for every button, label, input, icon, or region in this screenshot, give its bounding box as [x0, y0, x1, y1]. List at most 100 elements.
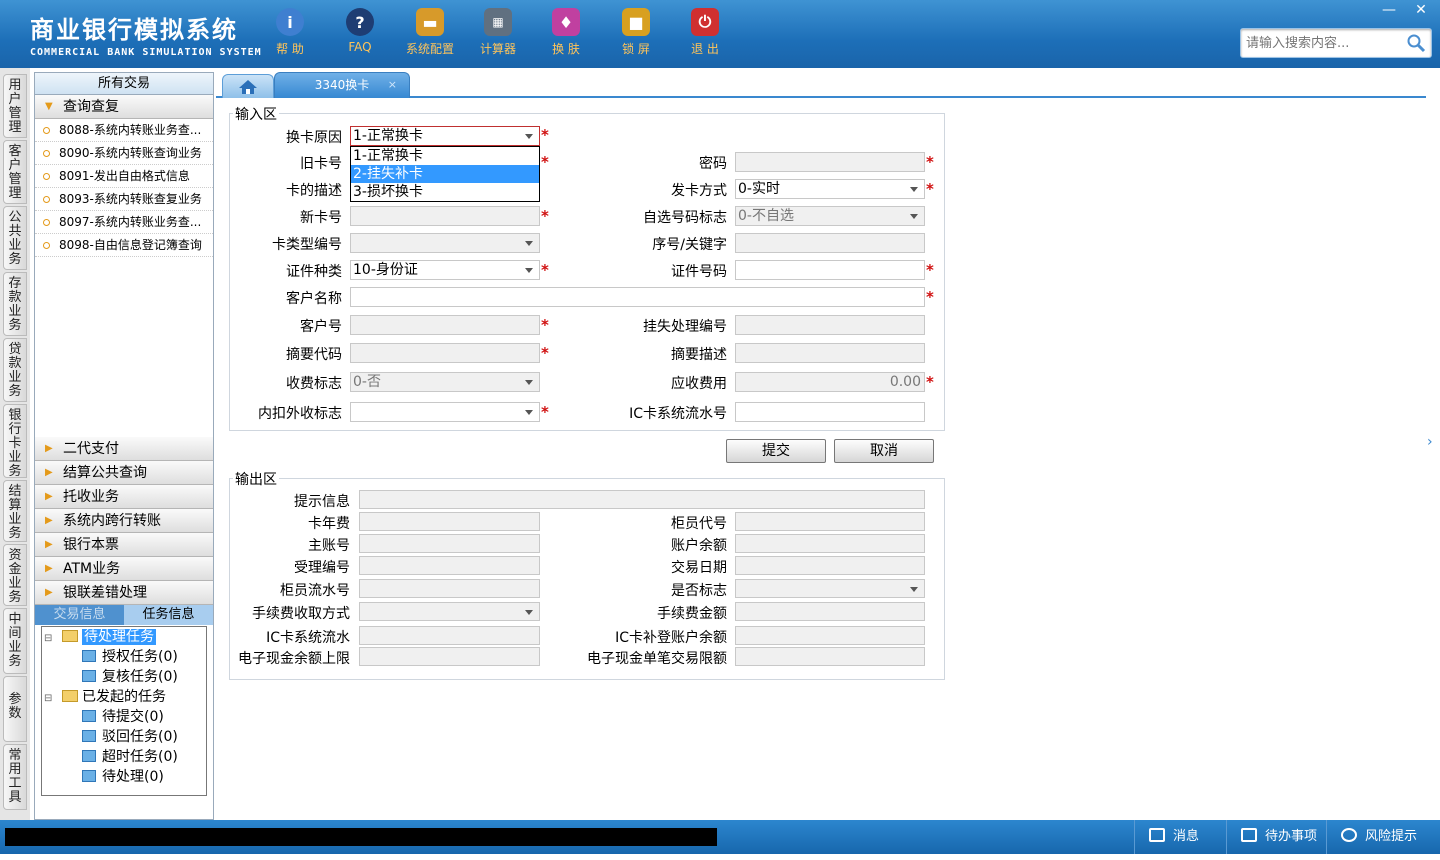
vtab-loan[interactable]: 贷款业务: [3, 338, 27, 402]
exit-button[interactable]: ⏻ 退 出: [675, 8, 735, 57]
tree-node-timeout[interactable]: 超时任务(0): [82, 747, 178, 767]
tree-node-review[interactable]: 复核任务(0): [82, 667, 178, 687]
transaction-item[interactable]: 8090-系统内转账查询业务: [35, 142, 213, 165]
tree-node-to-process[interactable]: 待处理(0): [82, 767, 164, 787]
teller-flow-field[interactable]: [359, 579, 540, 598]
yes-no-select[interactable]: [735, 579, 925, 598]
issue-mode-select[interactable]: 0-实时: [735, 179, 925, 199]
vtab-public-business[interactable]: 公共业务: [3, 206, 27, 270]
summary-code-field[interactable]: [350, 343, 540, 363]
reason-select[interactable]: 1-正常换卡: [350, 126, 540, 146]
vtab-params[interactable]: 参数: [3, 676, 27, 742]
vtab-customer-management[interactable]: 客户管理: [3, 140, 27, 204]
search-input[interactable]: [1241, 29, 1401, 57]
tree-node-to-submit[interactable]: 待提交(0): [82, 707, 164, 727]
id-no-field[interactable]: [735, 260, 925, 280]
loss-no-field[interactable]: [735, 315, 925, 335]
ecash-single-field[interactable]: [735, 647, 925, 666]
tx-date-field[interactable]: [735, 556, 925, 575]
id-type-select[interactable]: 10-身份证: [350, 260, 540, 280]
main-acct-field[interactable]: [359, 534, 540, 553]
tree-node-initiated[interactable]: 已发起的任务: [62, 687, 166, 707]
vtab-user-management[interactable]: 用户管理: [3, 74, 27, 138]
help-button[interactable]: i 帮 助: [260, 8, 320, 57]
messages-button[interactable]: 消息: [1134, 820, 1226, 854]
fee-amount-field[interactable]: [735, 602, 925, 621]
section-item[interactable]: ▶ ATM业务: [35, 557, 213, 581]
summary-desc-field[interactable]: [735, 343, 925, 363]
status-message-bar: [5, 828, 717, 846]
todo-button[interactable]: 待办事项: [1226, 820, 1326, 854]
transaction-item[interactable]: 8091-发出自由格式信息: [35, 165, 213, 188]
fee-flag-select[interactable]: 0-否: [350, 372, 540, 392]
tab-transaction-info[interactable]: 交易信息: [35, 605, 124, 625]
tree-node-label: 复核任务(0): [102, 669, 178, 685]
vtab-deposit[interactable]: 存款业务: [3, 272, 27, 336]
hint-label: 提示信息: [294, 494, 350, 510]
all-transactions-header[interactable]: 所有交易: [35, 73, 213, 95]
cust-name-field[interactable]: [350, 287, 925, 307]
section-item[interactable]: ▶ 托收业务: [35, 485, 213, 509]
search-icon[interactable]: [1406, 33, 1426, 53]
teller-code-field[interactable]: [735, 512, 925, 531]
section-query-reply[interactable]: ▼ 查询查复: [35, 95, 213, 119]
chevron-right-icon[interactable]: ›: [1427, 420, 1437, 464]
inner-outer-select[interactable]: [350, 402, 540, 422]
submit-button[interactable]: 提交: [726, 439, 826, 463]
section-item[interactable]: ▶ 结算公共查询: [35, 461, 213, 485]
ic-flow-field[interactable]: [735, 402, 925, 422]
tab-3340-card-change[interactable]: 3340换卡 ×: [274, 72, 410, 98]
calculator-button[interactable]: ▦ 计算器: [468, 8, 528, 57]
self-select-select[interactable]: 0-不自选: [735, 206, 925, 226]
cust-no-field[interactable]: [350, 315, 540, 335]
cancel-button[interactable]: 取消: [834, 439, 934, 463]
section-item[interactable]: ▶ 二代支付: [35, 437, 213, 461]
ic-sys-flow-field[interactable]: [359, 626, 540, 645]
tree-collapse-toggle[interactable]: ⊟: [44, 629, 52, 649]
transaction-item[interactable]: 8093-系统内转账查复业务: [35, 188, 213, 211]
section-item[interactable]: ▶ 银行本票: [35, 533, 213, 557]
tab-home[interactable]: [222, 74, 274, 98]
close-icon[interactable]: ×: [388, 73, 397, 97]
transaction-item[interactable]: 8098-自由信息登记簿查询: [35, 234, 213, 257]
password-field[interactable]: [735, 152, 925, 172]
dropdown-arrow-icon: [910, 214, 918, 219]
panel-tabs: 交易信息 任务信息: [35, 605, 213, 625]
tree-node-pending[interactable]: 待处理任务: [62, 627, 156, 647]
ecash-limit-field[interactable]: [359, 647, 540, 666]
vtab-settlement[interactable]: 结算业务: [3, 480, 27, 542]
reason-option-selected[interactable]: 2-挂失补卡: [351, 165, 539, 183]
card-fee-field[interactable]: [359, 512, 540, 531]
fee-method-select[interactable]: [359, 602, 540, 621]
seq-field[interactable]: [735, 233, 925, 253]
reason-option[interactable]: 3-损坏换卡: [351, 183, 539, 201]
tree-node-auth[interactable]: 授权任务(0): [82, 647, 178, 667]
card-type-select[interactable]: [350, 233, 540, 253]
skin-button[interactable]: ♦ 换 肤: [536, 8, 596, 57]
reason-option[interactable]: 1-正常换卡: [351, 147, 539, 165]
tree-node-rejected[interactable]: 驳回任务(0): [82, 727, 178, 747]
vtab-tools[interactable]: 常用工具: [3, 744, 27, 810]
id-type-label: 证件种类: [286, 264, 342, 280]
ic-balance-field[interactable]: [735, 626, 925, 645]
hint-field[interactable]: [359, 490, 925, 509]
system-config-button[interactable]: ▬ 系统配置: [400, 8, 460, 57]
faq-button[interactable]: ? FAQ: [330, 8, 390, 54]
tab-task-info[interactable]: 任务信息: [124, 605, 213, 625]
balance-field[interactable]: [735, 534, 925, 553]
lock-screen-button[interactable]: ■ 锁 屏: [606, 8, 666, 57]
new-card-field[interactable]: [350, 206, 540, 226]
vtab-funds[interactable]: 资金业务: [3, 544, 27, 606]
transaction-item[interactable]: 8097-系统内转账业务查...: [35, 211, 213, 234]
vtab-bank-card[interactable]: 银行卡业务: [3, 404, 27, 479]
vtab-intermediary[interactable]: 中间业务: [3, 608, 27, 674]
accept-no-field[interactable]: [359, 556, 540, 575]
close-window-button[interactable]: ✕: [1406, 0, 1436, 20]
section-item[interactable]: ▶ 系统内跨行转账: [35, 509, 213, 533]
transaction-item[interactable]: 8088-系统内转账业务查...: [35, 119, 213, 142]
tree-collapse-toggle[interactable]: ⊟: [44, 689, 52, 709]
section-item[interactable]: ▶ 银联差错处理: [35, 581, 213, 605]
fee-due-field[interactable]: 0.00: [735, 372, 925, 392]
minimize-button[interactable]: —: [1374, 0, 1404, 20]
risk-button[interactable]: 风险提示: [1326, 820, 1440, 854]
